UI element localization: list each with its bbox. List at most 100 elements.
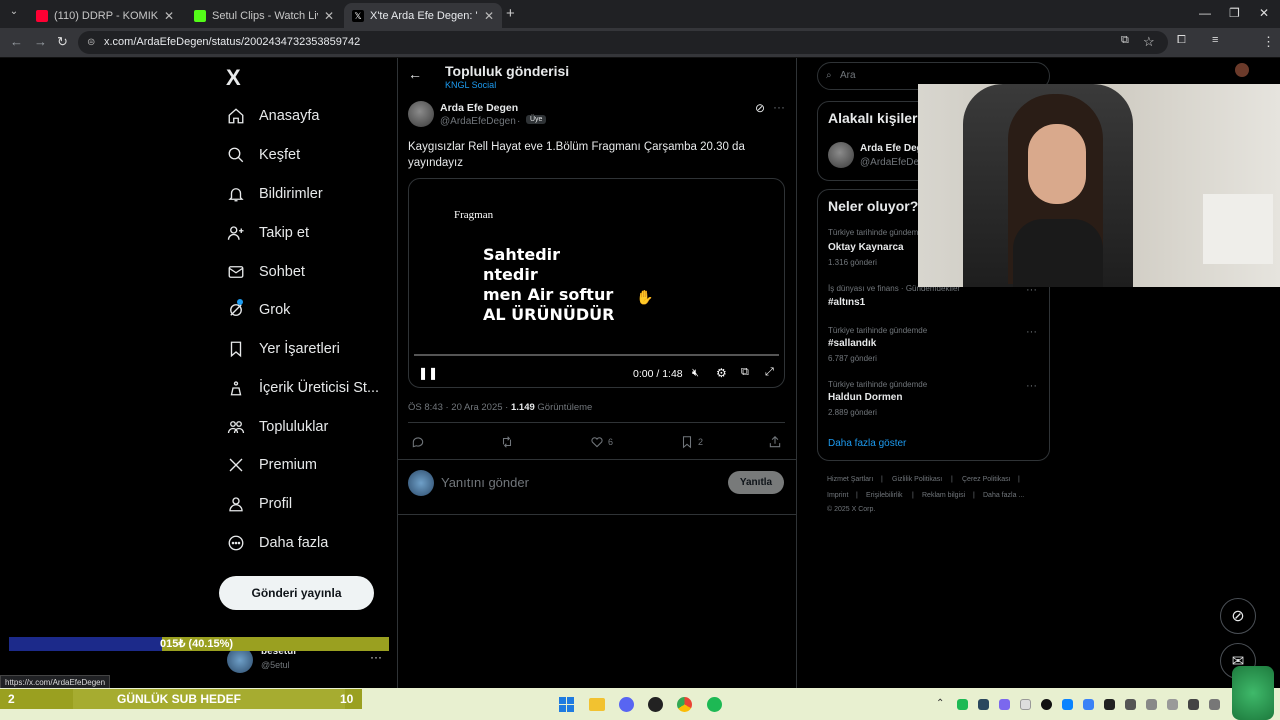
grok-explain-icon[interactable]: ⊘ <box>755 101 765 115</box>
sidebar-item-bookmarks[interactable]: Yer İşaretleri <box>227 335 340 363</box>
share-action[interactable] <box>768 435 782 449</box>
sidebar-item-explore[interactable]: Keşfet <box>227 141 300 169</box>
footer-link[interactable]: Imprint <box>827 492 848 499</box>
sidebar-item-premium[interactable]: Premium <box>227 451 317 479</box>
like-action[interactable]: 6 <box>590 435 613 449</box>
author-name[interactable]: Arda Efe Degen <box>440 102 518 114</box>
sidebar-item-follow[interactable]: Takip et <box>227 219 309 247</box>
sidebar-item-label: Daha fazla <box>259 535 329 551</box>
profile-avatar[interactable] <box>1235 63 1249 77</box>
media-icon[interactable]: ≡ <box>1212 34 1218 46</box>
trend-name[interactable]: #altıns1 <box>828 297 865 308</box>
tray-pen-icon[interactable] <box>999 699 1010 710</box>
tab-search-icon[interactable]: ⌄ <box>6 6 22 22</box>
chrome-icon[interactable] <box>677 697 692 712</box>
relevant-avatar[interactable] <box>828 142 854 168</box>
tray-chevron-icon[interactable]: ⌃ <box>936 698 944 709</box>
video-player[interactable]: Fragman Sahtedir ntedir men Air softur A… <box>408 178 785 388</box>
sidebar-item-more[interactable]: Daha fazla <box>227 529 328 557</box>
tray-network-icon[interactable] <box>1146 699 1157 710</box>
tray-app-icon[interactable] <box>1125 699 1136 710</box>
tab-youtube[interactable]: (110) DDRP - KOMIK ANLAR 8 ... ✕ <box>28 3 182 28</box>
bookmark-star-icon[interactable]: ☆ <box>1143 34 1155 50</box>
sidebar-item-chat[interactable]: Sohbet <box>227 258 305 286</box>
maximize-icon[interactable]: ❐ <box>1229 6 1240 20</box>
install-icon[interactable]: ⧉ <box>1121 34 1129 47</box>
post-more-icon[interactable]: ··· <box>773 100 785 114</box>
app-icon[interactable] <box>648 697 663 712</box>
footer-link[interactable]: Daha fazla ... <box>983 492 1024 499</box>
bookmark-action[interactable]: 2 <box>680 435 703 449</box>
community-link[interactable]: KNGL Social <box>445 80 496 90</box>
heart-icon <box>591 437 603 448</box>
forward-icon[interactable]: → <box>34 34 47 49</box>
close-window-icon[interactable]: ✕ <box>1259 6 1269 20</box>
tray-mic-icon[interactable] <box>1167 699 1178 710</box>
relevant-handle[interactable]: @ArdaEfeDeg <box>860 157 925 168</box>
settings-icon[interactable]: ⚙ <box>716 366 727 380</box>
tray-app-icon[interactable] <box>1020 699 1031 710</box>
url-input[interactable]: ⊜ x.com/ArdaEfeDegen/status/200243473235… <box>78 31 1168 54</box>
tray-app-icon[interactable] <box>1041 699 1052 710</box>
repost-action[interactable] <box>500 435 514 449</box>
footer-link[interactable]: Reklam bilgisi <box>922 492 965 499</box>
x-logo[interactable]: X <box>226 65 241 91</box>
back-arrow-icon[interactable]: ← <box>408 66 422 82</box>
trend-more-icon[interactable]: ··· <box>1026 326 1037 338</box>
footer-link[interactable]: Gizlilik Politikası <box>892 476 942 483</box>
dot-separator: · <box>517 116 521 127</box>
sidebar-item-grok[interactable]: Grok <box>227 296 290 324</box>
spotify-icon[interactable] <box>707 697 722 712</box>
reply-action[interactable] <box>411 435 425 449</box>
author-avatar[interactable] <box>408 101 434 127</box>
pip-icon[interactable]: ⧉ <box>741 366 749 379</box>
discord-icon[interactable] <box>619 697 634 712</box>
menu-dots-icon[interactable]: ⋮ <box>1262 34 1275 50</box>
file-explorer-icon[interactable] <box>589 698 605 711</box>
close-tab-icon[interactable]: ✕ <box>484 9 494 23</box>
site-info-icon[interactable]: ⊜ <box>87 31 95 54</box>
tray-volume-icon[interactable] <box>1209 699 1220 710</box>
grok-fab[interactable]: ⊘ <box>1220 598 1256 634</box>
minimize-icon[interactable]: — <box>1199 6 1211 20</box>
tray-app-icon[interactable] <box>1062 699 1073 710</box>
center-right-border <box>796 58 797 688</box>
reload-icon[interactable]: ↻ <box>57 34 68 50</box>
footer-link[interactable]: Hizmet Şartları <box>827 476 873 483</box>
extensions-icon[interactable]: ⧠ <box>1177 34 1186 47</box>
back-icon[interactable]: ← <box>10 34 23 49</box>
show-more-link[interactable]: Daha fazla göster <box>828 438 906 449</box>
mute-icon[interactable]: 🔇︎ <box>692 367 699 380</box>
sidebar-item-communities[interactable]: Topluluklar <box>227 413 328 441</box>
sidebar-item-notifications[interactable]: Bildirimler <box>227 180 323 208</box>
footer-link[interactable]: Çerez Politikası <box>962 476 1011 483</box>
close-tab-icon[interactable]: ✕ <box>164 9 174 23</box>
reply-input[interactable]: Yanıtını gönder <box>441 475 529 490</box>
trend-name[interactable]: Haldun Dormen <box>828 392 902 403</box>
fullscreen-icon[interactable]: ⤢ <box>765 366 774 379</box>
trend-name[interactable]: Oktay Kaynarca <box>828 242 904 253</box>
close-tab-icon[interactable]: ✕ <box>324 9 334 23</box>
tray-spotify-icon[interactable] <box>957 699 968 710</box>
tab-kick[interactable]: Setul Clips - Watch Live on Kick ✕ <box>186 3 342 28</box>
account-more-icon[interactable]: ··· <box>370 650 382 664</box>
trend-more-icon[interactable]: ··· <box>1026 380 1037 392</box>
post-button[interactable]: Gönderi yayınla <box>219 576 374 610</box>
windows-start-icon[interactable] <box>559 697 574 712</box>
pause-icon[interactable]: ❚❚ <box>418 366 438 380</box>
relevant-name[interactable]: Arda Efe Deg <box>860 143 923 154</box>
sidebar-item-home[interactable]: Anasayfa <box>227 102 319 130</box>
author-handle[interactable]: @ArdaEfeDegen <box>440 116 516 127</box>
reply-button[interactable]: Yanıtla <box>728 471 784 494</box>
tab-x-active[interactable]: 𝕏 X'te Arda Efe Degen: "Kaygısızl... ✕ <box>344 3 502 28</box>
tray-app-icon[interactable] <box>1104 699 1115 710</box>
tray-steam-icon[interactable] <box>978 699 989 710</box>
tray-app-icon[interactable] <box>1083 699 1094 710</box>
trend-name[interactable]: #sallandık <box>828 338 876 349</box>
footer-link[interactable]: Erişilebilirlik <box>866 492 903 499</box>
video-scrubber[interactable] <box>414 354 779 356</box>
new-tab-button[interactable]: + <box>506 5 515 22</box>
sidebar-item-creator-studio[interactable]: İçerik Üreticisi St... <box>227 374 379 402</box>
tray-display-icon[interactable] <box>1188 699 1199 710</box>
sidebar-item-profile[interactable]: Profil <box>227 490 292 518</box>
